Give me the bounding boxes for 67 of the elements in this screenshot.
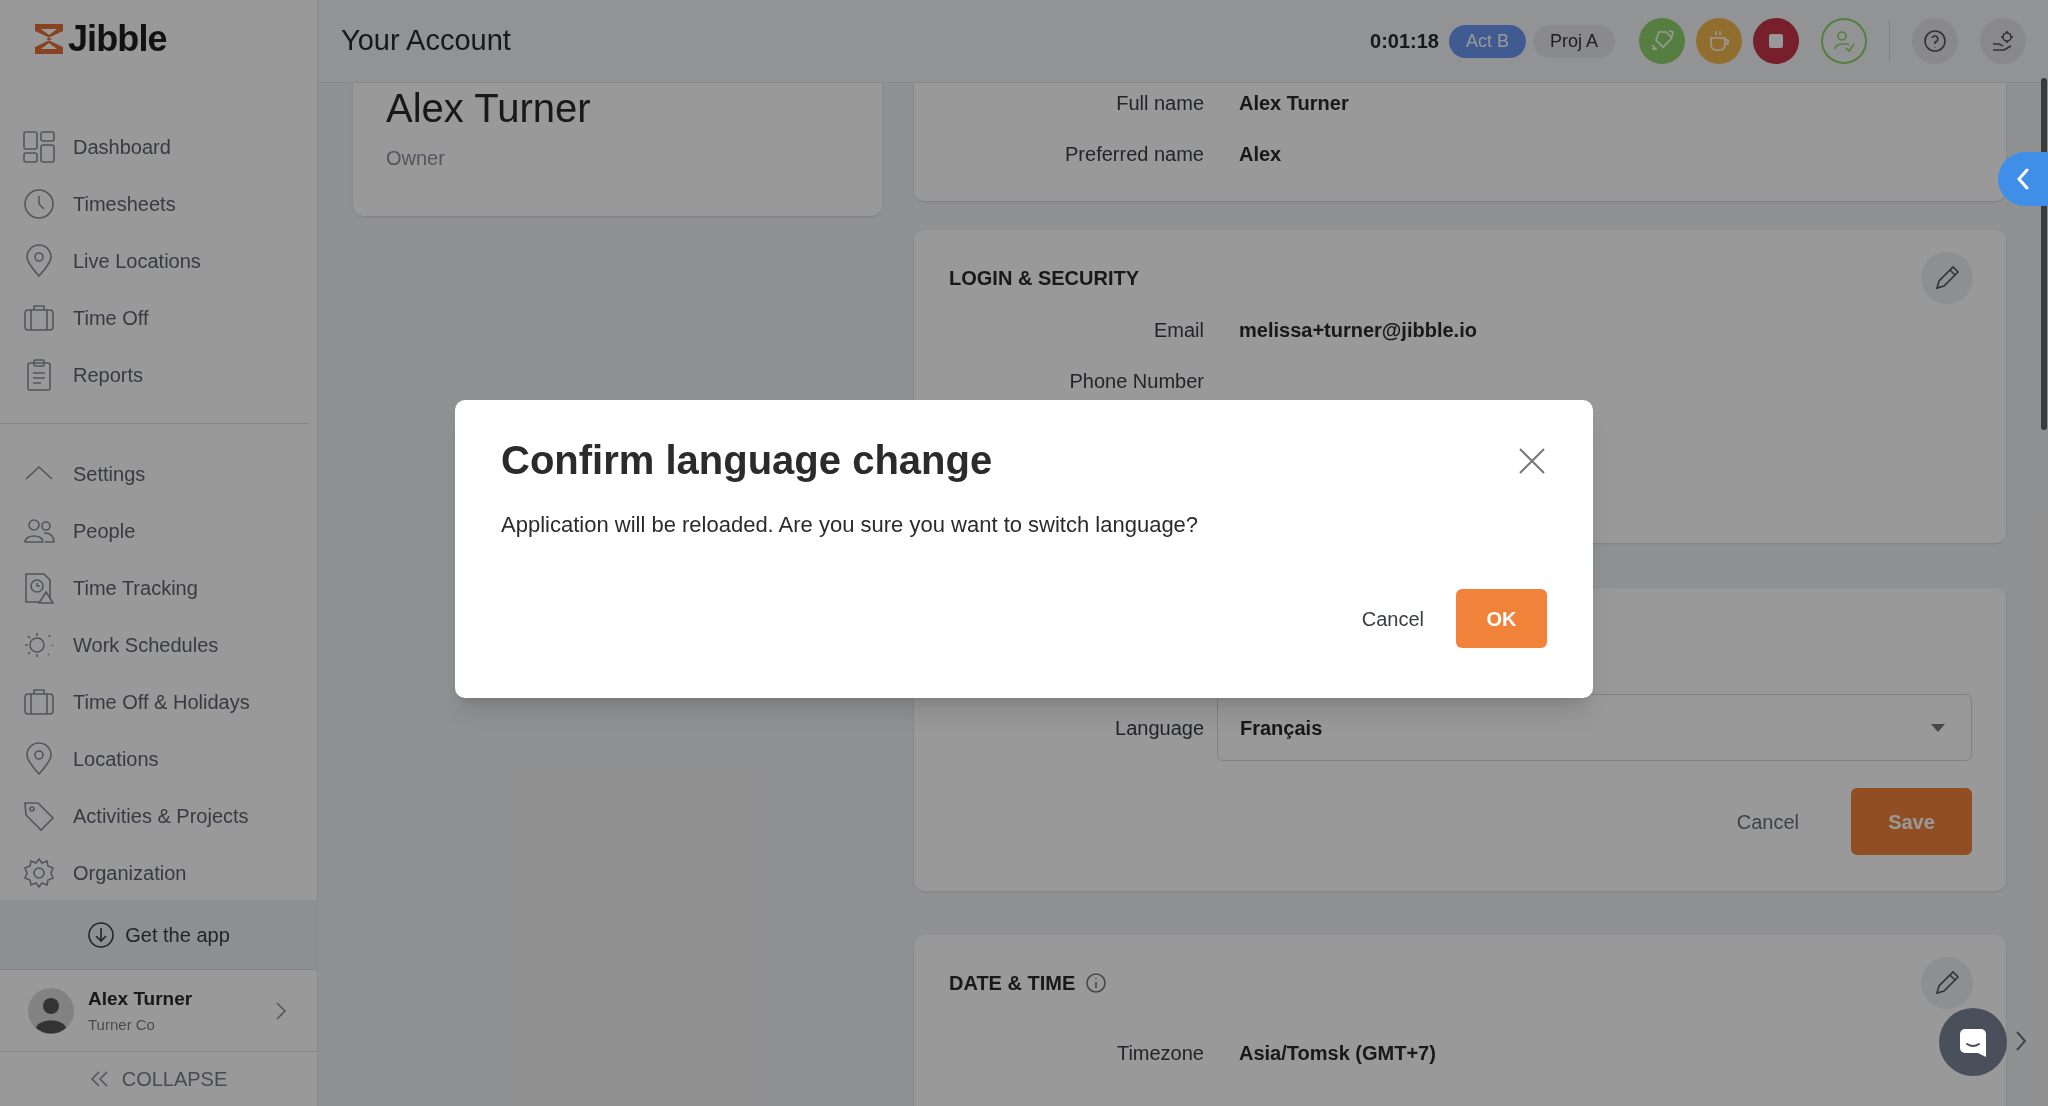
chevron-right-icon[interactable] bbox=[2015, 1030, 2027, 1052]
field-value: Asia/Tomsk (GMT+7) bbox=[1239, 1040, 1436, 1066]
nav-item[interactable]: People bbox=[0, 502, 317, 559]
field-label: Language bbox=[1114, 715, 1204, 741]
cancel-button[interactable]: Cancel bbox=[1361, 603, 1424, 634]
ok-button[interactable]: OK bbox=[1456, 589, 1547, 648]
chevron-left-icon bbox=[2016, 168, 2030, 190]
project-pill[interactable]: Proj A bbox=[1532, 24, 1615, 58]
double-chevron-left-icon bbox=[89, 1070, 110, 1088]
info-icon[interactable] bbox=[1085, 972, 1108, 994]
nav-item[interactable]: Reports bbox=[0, 346, 317, 403]
activity-pill[interactable]: Act B bbox=[1448, 24, 1526, 58]
section-title: LOGIN & SECURITY bbox=[949, 266, 1139, 291]
dialog-title: Confirm language change bbox=[501, 437, 993, 484]
cancel-button[interactable]: Cancel bbox=[1736, 806, 1799, 837]
chevron-right-icon bbox=[275, 1000, 287, 1021]
close-button[interactable] bbox=[1517, 446, 1547, 476]
user-check-icon bbox=[1831, 28, 1857, 54]
nav-item[interactable]: Activities & Projects bbox=[0, 787, 317, 844]
timesheet-warning-icon bbox=[22, 570, 56, 605]
profile-name: Alex Turner bbox=[386, 85, 592, 131]
edit-button[interactable] bbox=[1921, 252, 1973, 304]
nav-item[interactable]: Time Off & Holidays bbox=[0, 673, 317, 730]
nav-item[interactable]: Work Schedules bbox=[0, 616, 317, 673]
download-icon bbox=[87, 920, 116, 949]
field-label: Phone Number bbox=[1068, 368, 1204, 394]
profile-role: Owner bbox=[386, 146, 446, 171]
nav-item[interactable]: Organization bbox=[0, 844, 317, 901]
nav-item[interactable]: Timesheets bbox=[0, 175, 317, 232]
page-title: Your Account bbox=[341, 23, 512, 59]
save-button[interactable]: Save bbox=[1851, 788, 1972, 855]
nav-item[interactable]: Dashboard bbox=[0, 118, 317, 175]
help-button[interactable] bbox=[1912, 18, 1958, 64]
side-panel-toggle[interactable] bbox=[1998, 152, 2048, 206]
field-value: Alex Turner bbox=[1239, 90, 1349, 116]
edit-button[interactable] bbox=[1921, 957, 1973, 1009]
nav-item[interactable]: Locations bbox=[0, 730, 317, 787]
get-app-link[interactable]: Get the app bbox=[0, 900, 317, 969]
field-label: Preferred name bbox=[1064, 141, 1204, 167]
field-value: melissa+turner@jibble.io bbox=[1239, 317, 1477, 343]
settings-group[interactable]: Settings bbox=[0, 445, 317, 502]
dashboard-icon bbox=[22, 129, 56, 164]
nav-item[interactable]: Live Locations bbox=[0, 232, 317, 289]
user-profile[interactable]: Alex Turner Turner Co bbox=[0, 969, 317, 1052]
stop-button[interactable] bbox=[1753, 18, 1799, 64]
hourglass-logo-icon bbox=[32, 22, 66, 56]
settings-icon bbox=[22, 855, 56, 890]
nav-item[interactable]: Time Tracking bbox=[0, 559, 317, 616]
field-label: Full name bbox=[1115, 90, 1204, 116]
nav-item[interactable]: Time Off bbox=[0, 289, 317, 346]
logo-text: Jibble bbox=[68, 17, 167, 61]
dropdown-arrow-icon bbox=[1931, 723, 1945, 732]
section-title: DATE & TIME bbox=[949, 971, 1076, 996]
hand-gear-icon bbox=[1990, 28, 2016, 54]
close-icon bbox=[1518, 447, 1546, 475]
clock-icon bbox=[22, 186, 56, 221]
switch-activity-button[interactable] bbox=[1639, 18, 1685, 64]
help-icon bbox=[1922, 28, 1948, 54]
dialog-message: Application will be reloaded. Are you sure you want to switch language? bbox=[500, 511, 1200, 539]
field-label: Email bbox=[1153, 317, 1204, 343]
collapse-button[interactable]: COLLAPSE bbox=[0, 1052, 317, 1106]
avatar-icon bbox=[28, 987, 74, 1034]
timer: 0:01:18 bbox=[1370, 29, 1439, 54]
field-label: Timezone bbox=[1115, 1040, 1204, 1066]
field-value: Alex bbox=[1239, 141, 1282, 167]
settings-button[interactable] bbox=[1980, 18, 2026, 64]
chat-icon bbox=[1958, 1027, 1988, 1057]
